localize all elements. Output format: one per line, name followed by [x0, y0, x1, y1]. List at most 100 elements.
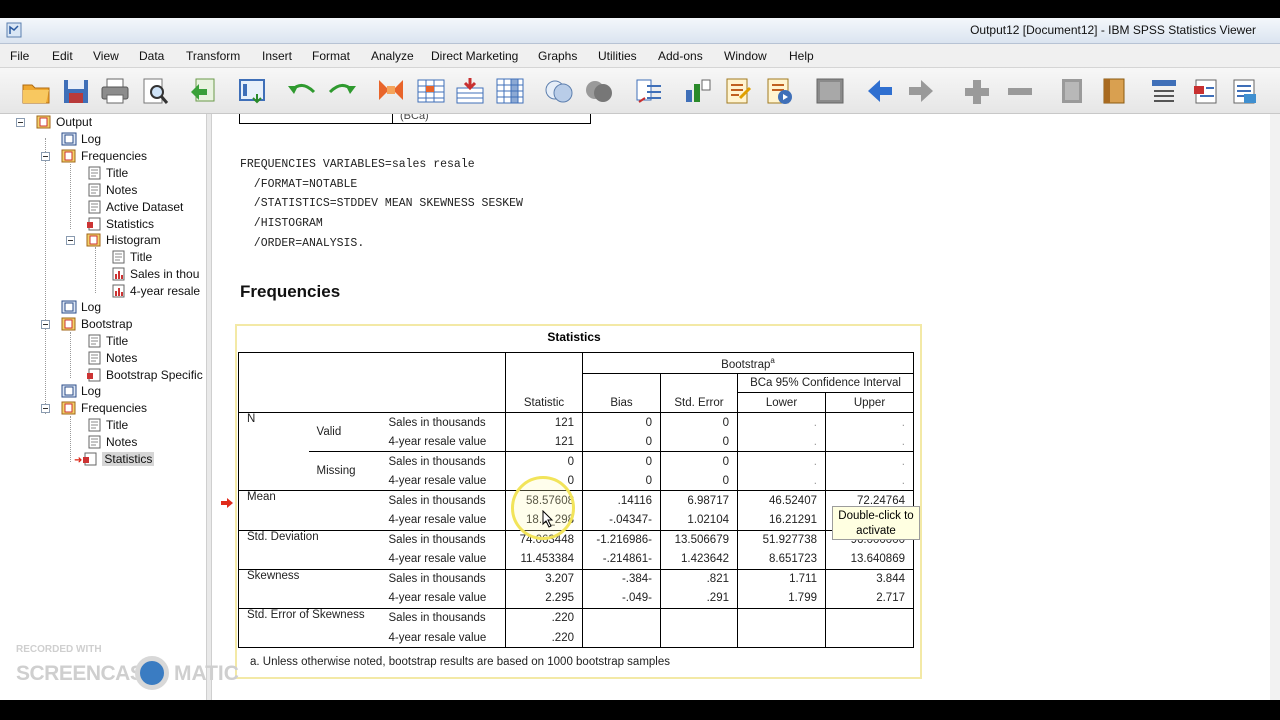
goto-data-icon[interactable] [375, 76, 407, 106]
tree-item-title[interactable]: Title [110, 250, 152, 266]
menu-data[interactable]: Data [139, 49, 164, 63]
tree-item-notes[interactable]: Notes [86, 351, 137, 367]
value-labels-icon[interactable] [763, 76, 795, 106]
cell-std-error: 0 [660, 432, 738, 452]
tree-connector [70, 332, 71, 378]
print-preview-icon[interactable] [139, 76, 171, 106]
goto-case-icon[interactable] [415, 76, 447, 106]
collapse-toggle[interactable] [66, 236, 75, 245]
show-all-icon[interactable] [583, 76, 615, 106]
menu-window[interactable]: Window [724, 49, 767, 63]
split-file-icon[interactable] [633, 76, 665, 106]
frequencies-heading: Frequencies [240, 282, 341, 301]
cell-statistic: .220 [505, 607, 583, 629]
tree-item-frequencies[interactable]: Frequencies [61, 149, 147, 165]
tree-item-active-dataset[interactable]: Active Dataset [86, 200, 183, 216]
insert-heading-icon[interactable] [1148, 76, 1180, 106]
cell-std-error: 1.02104 [660, 510, 738, 531]
spss-app-icon[interactable] [6, 22, 22, 38]
menu-file[interactable]: File [10, 49, 29, 63]
tree-item-notes[interactable]: Notes [86, 183, 137, 199]
page-icon [110, 250, 126, 264]
syntax-line: FREQUENCIES VARIABLES=sales resale [240, 158, 475, 171]
menu-insert[interactable]: Insert [262, 49, 292, 63]
tree-item-histogram[interactable]: Histogram [86, 233, 161, 249]
goto-variable-icon[interactable] [454, 76, 486, 106]
tree-item-chart-resale[interactable]: 4-year resale [110, 284, 200, 300]
insert-text-icon[interactable] [1228, 76, 1260, 106]
show-icon[interactable] [1056, 76, 1088, 106]
tree-item-chart-sales[interactable]: Sales in thou [110, 267, 199, 283]
tree-item-output[interactable]: Output [36, 115, 92, 131]
promote-icon[interactable] [864, 76, 896, 106]
undo-icon[interactable] [286, 76, 318, 106]
tree-item-statistics-selected[interactable]: ➜ Statistics [74, 452, 155, 468]
tree-item-bootstrap-specifications[interactable]: Bootstrap Specific [86, 368, 203, 384]
redo-icon[interactable] [326, 76, 358, 106]
menu-analyze[interactable]: Analyze [371, 49, 414, 63]
collapse-toggle[interactable] [16, 118, 25, 127]
tree-item-title[interactable]: Title [86, 166, 128, 182]
expand-icon[interactable] [961, 76, 993, 106]
collapse-toggle[interactable] [41, 152, 50, 161]
collapse-toggle[interactable] [41, 320, 50, 329]
export-icon[interactable] [188, 76, 220, 106]
menu-graphs[interactable]: Graphs [538, 49, 577, 63]
tree-connector [95, 247, 96, 293]
page-icon [86, 435, 102, 449]
tree-item-notes[interactable]: Notes [86, 435, 137, 451]
menu-help[interactable]: Help [789, 49, 814, 63]
cell-std-error: 1.423642 [660, 549, 738, 570]
row-variable: Sales in thousands [380, 529, 506, 550]
statistics-table[interactable]: Statistic Bootstrapa Bias Std. Error BCa… [238, 352, 914, 649]
select-cases-icon[interactable] [722, 76, 754, 106]
menu-add-ons[interactable]: Add-ons [658, 49, 703, 63]
tree-item-statistics[interactable]: Statistics [86, 217, 154, 233]
tree-item-log[interactable]: Log [61, 300, 101, 316]
menu-direct-marketing[interactable]: Direct Marketing [431, 49, 518, 63]
book-icon [61, 149, 77, 163]
menu-utilities[interactable]: Utilities [598, 49, 637, 63]
tree-item-title[interactable]: Title [86, 334, 128, 350]
use-sets-icon[interactable] [543, 76, 575, 106]
previous-table-cell: (BCa) [400, 114, 429, 122]
log-icon [61, 300, 77, 314]
title-bar: Output12 [Document12] - IBM SPSS Statist… [0, 18, 1280, 44]
hide-icon[interactable] [1098, 76, 1130, 106]
row-group-label: Std. Error of Skewness [238, 607, 381, 649]
demote-icon[interactable] [905, 76, 937, 106]
save-icon[interactable] [60, 76, 92, 106]
menu-format[interactable]: Format [312, 49, 350, 63]
collapse-icon[interactable] [1004, 76, 1036, 106]
tree-item-log[interactable]: Log [61, 132, 101, 148]
open-icon[interactable] [20, 76, 52, 106]
tree-item-frequencies[interactable]: Frequencies [61, 401, 147, 417]
cell-lower: 46.52407 [737, 490, 826, 511]
book-icon [86, 233, 102, 247]
menu-view[interactable]: View [93, 49, 119, 63]
print-icon[interactable] [99, 76, 131, 106]
collapse-toggle[interactable] [41, 404, 50, 413]
mouse-cursor-icon [542, 510, 554, 528]
recall-dialog-icon[interactable] [237, 76, 269, 106]
tree-item-title[interactable]: Title [86, 418, 128, 434]
weight-icon[interactable] [682, 76, 714, 106]
book-icon [36, 115, 52, 129]
letterbox-bottom [0, 700, 1280, 720]
menu-edit[interactable]: Edit [52, 49, 73, 63]
table-icon [86, 368, 102, 382]
table-footnote: a. Unless otherwise noted, bootstrap res… [250, 656, 670, 668]
menu-transform[interactable]: Transform [186, 49, 240, 63]
output-outline-tree[interactable]: Output Log Frequencies Title Notes Activ… [0, 114, 206, 700]
cell-statistic: 3.207 [505, 568, 583, 589]
row-variable: Sales in thousands [380, 490, 506, 511]
designate-window-icon[interactable] [814, 76, 846, 106]
variables-icon[interactable] [494, 76, 526, 106]
insert-title-icon[interactable] [1190, 76, 1222, 106]
tree-item-bootstrap[interactable]: Bootstrap [61, 317, 132, 333]
vertical-scrollbar[interactable] [1270, 114, 1280, 700]
syntax-line: /STATISTICS=STDDEV MEAN SKEWNESS SESKEW [240, 197, 523, 210]
cell-upper: 2.717 [825, 588, 914, 609]
table-icon [86, 217, 102, 231]
tree-item-log[interactable]: Log [61, 384, 101, 400]
